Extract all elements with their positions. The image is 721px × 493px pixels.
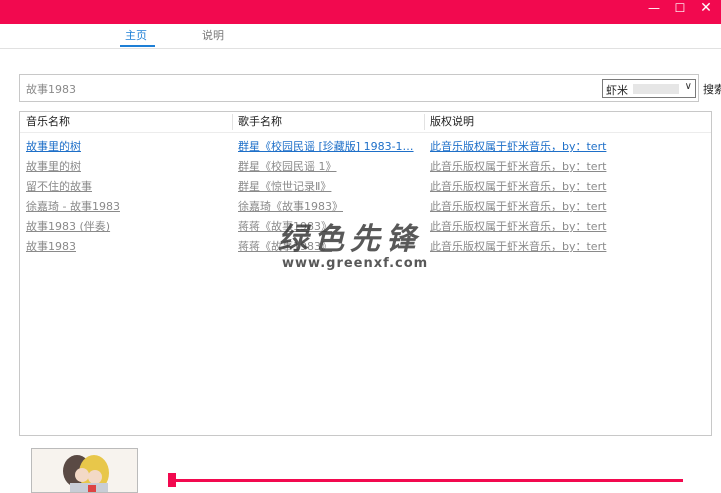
row-copyright[interactable]: 此音乐版权属于虾米音乐，by：tert	[430, 198, 606, 214]
source-select[interactable]: 虾米 ∨	[602, 79, 696, 98]
tab-bar: 主页 说明	[0, 24, 721, 49]
header-copyright[interactable]: 版权说明	[430, 112, 474, 132]
tab-home[interactable]: 主页	[125, 27, 147, 43]
row-artist[interactable]: 群星《校园民谣 1》	[238, 158, 337, 174]
row-title[interactable]: 故事里的树	[26, 158, 81, 174]
playback-progress-bar[interactable]	[172, 479, 683, 482]
row-copyright[interactable]: 此音乐版权属于虾米音乐，by：tert	[430, 158, 606, 174]
row-title[interactable]: 故事1983 (伴奏)	[26, 218, 110, 234]
source-select-highlight	[633, 84, 679, 94]
album-art-image	[32, 449, 137, 492]
row-title[interactable]: 故事里的树	[26, 138, 81, 154]
row-title[interactable]: 徐嘉琦 - 故事1983	[26, 198, 120, 214]
maximize-icon[interactable]: ☐	[667, 0, 693, 20]
search-query-text: 故事1983	[26, 83, 76, 96]
header-music-name[interactable]: 音乐名称	[26, 112, 70, 132]
close-icon[interactable]: ✕	[693, 0, 719, 20]
header-divider	[20, 132, 711, 133]
header-separator	[232, 114, 233, 130]
row-copyright[interactable]: 此音乐版权属于虾米音乐，by：tert	[430, 138, 606, 154]
row-copyright[interactable]: 此音乐版权属于虾米音乐，by：tert	[430, 238, 606, 254]
source-select-value: 虾米	[606, 84, 628, 97]
minimize-icon[interactable]: —	[641, 0, 667, 20]
row-title[interactable]: 留不住的故事	[26, 178, 92, 194]
chevron-down-icon: ∨	[684, 81, 692, 92]
row-copyright[interactable]: 此音乐版权属于虾米音乐，by：tert	[430, 178, 606, 194]
row-copyright[interactable]: 此音乐版权属于虾米音乐，by：tert	[430, 218, 606, 234]
search-button[interactable]: 搜索	[703, 81, 721, 97]
row-artist[interactable]: 蒋蒋《故事1983》	[238, 218, 332, 234]
row-title[interactable]: 故事1983	[26, 238, 76, 254]
row-artist[interactable]: 蒋蒋《故事1983》	[238, 238, 332, 254]
row-artist[interactable]: 群星《惊世记录Ⅱ》	[238, 178, 331, 194]
tab-help[interactable]: 说明	[202, 27, 224, 43]
header-separator	[424, 114, 425, 130]
row-artist[interactable]: 徐嘉琦《故事1983》	[238, 198, 343, 214]
results-table: 音乐名称 歌手名称 版权说明 故事里的树 群星《校园民谣 [珍藏版] 1983-…	[19, 111, 712, 436]
album-art	[31, 448, 138, 493]
row-artist[interactable]: 群星《校园民谣 [珍藏版] 1983-1…	[238, 138, 414, 154]
search-input[interactable]: 故事1983	[19, 74, 699, 102]
active-tab-indicator	[120, 45, 155, 47]
header-artist-name[interactable]: 歌手名称	[238, 112, 282, 132]
title-bar: — ☐ ✕	[0, 0, 721, 24]
playback-progress-handle[interactable]	[168, 473, 176, 487]
